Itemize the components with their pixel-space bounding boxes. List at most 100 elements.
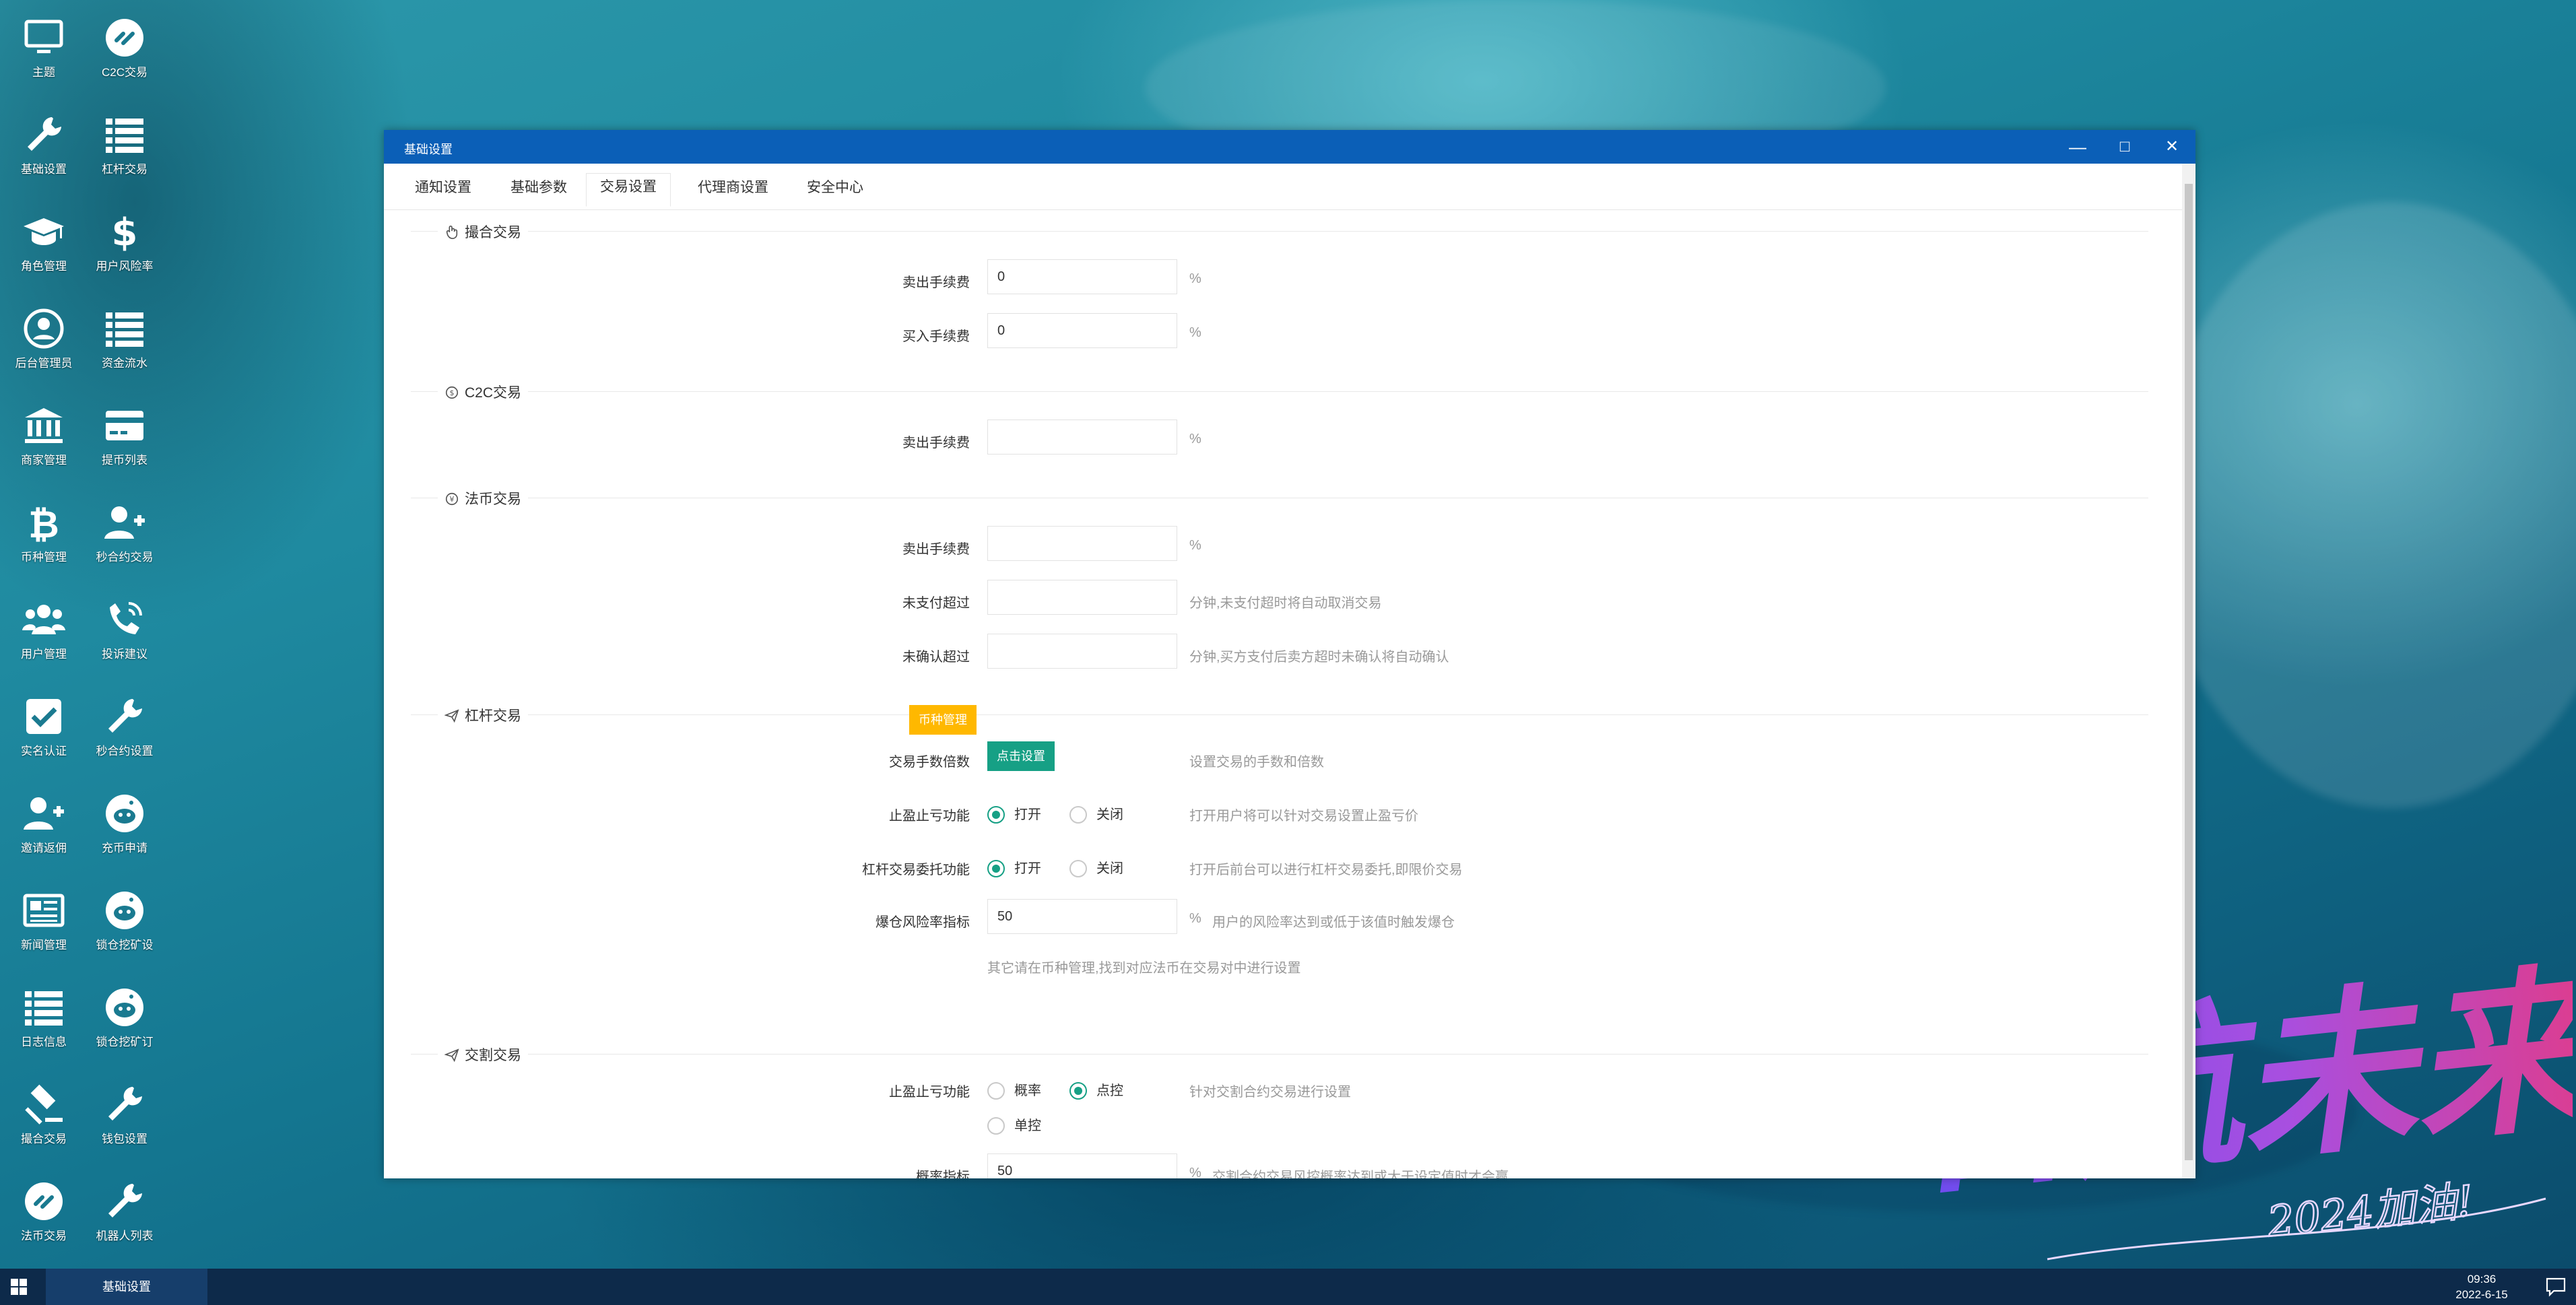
tab-notification-settings[interactable]: 通知设置	[408, 176, 478, 208]
lever-note-text: 其它请在币种管理,找到对应法币在交易对中进行设置	[987, 961, 1301, 976]
lever-stop-off-radio[interactable]: 关闭	[1069, 803, 1123, 824]
desktop-icon-fiat-trade[interactable]: 法币交易	[0, 1164, 88, 1251]
list-icon	[25, 991, 63, 1026]
desktop-icon-users[interactable]: 用户管理	[0, 582, 88, 669]
hint-text: 分钟,买方支付后卖方超时未确认将自动确认	[1189, 650, 1449, 665]
delivery-point-control-radio[interactable]: 点控	[1069, 1079, 1123, 1100]
desktop-icon-lever[interactable]: 杠杆交易	[81, 97, 168, 185]
field-label: 杠杆交易委托功能	[862, 863, 970, 877]
taskbar: 基础设置 09:36 2022-6-15	[0, 1269, 2576, 1305]
match-sell-fee-input[interactable]: 0	[987, 259, 1177, 294]
desktop-icon-label: 实名认证	[21, 745, 67, 758]
vertical-scrollbar[interactable]	[2182, 164, 2195, 1178]
list-icon	[106, 119, 143, 153]
desktop-icon-basic-settings[interactable]: 基础设置	[0, 97, 88, 185]
desktop-icon-c2c[interactable]: C2C交易	[81, 0, 168, 88]
match-buy-fee-input[interactable]: 0	[987, 313, 1177, 348]
desktop-icon-currency[interactable]: ₿ 币种管理	[0, 485, 88, 572]
desktop-icon-deposit-apply[interactable]: 充币申请	[81, 776, 168, 863]
windows-start-icon[interactable]	[0, 1269, 40, 1305]
desktop-icon-label: 法币交易	[21, 1230, 67, 1242]
minimize-button[interactable]: —	[2054, 130, 2101, 164]
desktop-icon-label: 日志信息	[21, 1036, 67, 1048]
lever-stop-on-radio[interactable]: 打开	[987, 803, 1041, 824]
section-legend: $ C2C交易	[438, 382, 529, 402]
fiat-sell-fee-input[interactable]	[987, 526, 1177, 561]
desktop-icon-label: 锁仓挖矿订	[96, 1036, 154, 1048]
delivery-probability-input[interactable]: 50	[987, 1153, 1177, 1178]
delivery-single-control-radio[interactable]: 单控	[987, 1114, 1041, 1135]
desktop-icon-label: 杠杆交易	[102, 163, 147, 176]
maximize-button[interactable]: □	[2101, 130, 2148, 164]
fiat-unpaid-timeout-input[interactable]	[987, 580, 1177, 615]
desktop-icon-kyc[interactable]: 实名认证	[0, 679, 88, 766]
clock-time: 09:36	[2467, 1273, 2497, 1285]
desktop-icon-merchants[interactable]: 商家管理	[0, 388, 88, 475]
desktop-icon-lock-mining-settings[interactable]: 锁仓挖矿设	[81, 873, 168, 960]
desktop-icon-fund-flow[interactable]: 资金流水	[81, 291, 168, 378]
c2c-sell-fee-input[interactable]	[987, 420, 1177, 455]
dollar-icon: $	[112, 211, 138, 253]
desktop-icon-risk[interactable]: $ 用户风险率	[81, 194, 168, 281]
desktop-icon-admins[interactable]: 后台管理员	[0, 291, 88, 378]
unit-text: %	[1189, 538, 1201, 553]
desktop-icon-lock-mining-orders[interactable]: 锁仓挖矿订	[81, 970, 168, 1057]
desktop-icon-complaints[interactable]: 投诉建议	[81, 582, 168, 669]
desktop-icon-invite-rebate[interactable]: 邀请返佣	[0, 776, 88, 863]
legend-text: 杠杆交易	[465, 708, 521, 724]
desktop-icon-news[interactable]: 新闻管理	[0, 873, 88, 960]
desktop-icon-second-contract-settings[interactable]: 秒合约设置	[81, 679, 168, 766]
desktop-icon-roles[interactable]: 角色管理	[0, 194, 88, 281]
desktop-icon-second-contract-trade[interactable]: 秒合约交易	[81, 485, 168, 572]
notification-icon[interactable]	[2545, 1277, 2567, 1297]
window-titlebar[interactable]: 基础设置 — □ ✕	[384, 130, 2195, 164]
desktop-icon-label: 角色管理	[21, 260, 67, 273]
section-delivery-trade: 交割交易	[411, 1044, 2148, 1065]
desktop-icon-logs[interactable]: 日志信息	[0, 970, 88, 1057]
field-label: 爆仓风险率指标	[876, 915, 970, 930]
desktop-icon-match-trade[interactable]: 撮合交易	[0, 1067, 88, 1154]
section-c2c-trade: $ C2C交易	[411, 382, 2148, 402]
section-lever-trade: 杠杆交易	[411, 705, 2148, 725]
legend-text: 法币交易	[465, 492, 521, 507]
field-label: 未支付超过	[902, 596, 970, 611]
settings-window: 基础设置 — □ ✕ 通知设置 基础参数 交易设置 代理商设置 安全中心 撮合交…	[384, 130, 2195, 1178]
list-icon	[106, 312, 143, 347]
user-plus-icon	[104, 506, 145, 539]
desktop-icon-wallet-settings[interactable]: 钱包设置	[81, 1067, 168, 1154]
multiplier-settings-button[interactable]: 点击设置	[987, 741, 1055, 771]
taskbar-clock[interactable]: 09:36 2022-6-15	[2435, 1271, 2529, 1302]
close-button[interactable]: ✕	[2148, 130, 2195, 164]
unit-text: %	[1189, 1166, 1201, 1178]
lever-entrust-on-radio[interactable]: 打开	[987, 857, 1041, 877]
liquidation-risk-input[interactable]: 50	[987, 899, 1177, 934]
tab-trade-settings[interactable]: 交易设置	[586, 173, 671, 207]
lever-entrust-off-radio[interactable]: 关闭	[1069, 857, 1123, 877]
radio-label: 打开	[1014, 807, 1041, 822]
fiat-unconfirmed-timeout-input[interactable]	[987, 634, 1177, 669]
graduation-cap-icon	[24, 218, 64, 245]
desktop-icon-robot-list[interactable]: 机器人列表	[81, 1164, 168, 1251]
legend-text: C2C交易	[465, 385, 522, 401]
svg-text:¥: ¥	[450, 495, 455, 504]
desktop-icon-theme[interactable]: 主题	[0, 0, 88, 88]
taskbar-item-basic-settings[interactable]: 基础设置	[46, 1269, 207, 1305]
paper-plane-icon	[444, 1048, 459, 1063]
desktop-icon-label: 资金流水	[102, 357, 147, 370]
background-wave	[2155, 202, 2576, 808]
scrollbar-thumb[interactable]	[2185, 184, 2193, 1160]
desktop-icon-withdraw-list[interactable]: 提币列表	[81, 388, 168, 475]
hint-text: 针对交割合约交易进行设置	[1189, 1085, 1351, 1100]
tab-basic-params[interactable]: 基础参数	[504, 176, 574, 208]
coin-management-button[interactable]: 币种管理	[909, 705, 977, 735]
delivery-probability-radio[interactable]: 概率	[987, 1079, 1041, 1100]
hint-text: 打开后前台可以进行杠杆交易委托,即限价交易	[1189, 863, 1463, 877]
desktop-icon-label: 秒合约设置	[96, 745, 154, 758]
tab-agent-settings[interactable]: 代理商设置	[691, 176, 775, 208]
tab-security-center[interactable]: 安全中心	[800, 176, 870, 208]
form-content: 撮合交易 卖出手续费 0 % 买入手续费 0 % $ C2C交易 卖出手续费 % …	[384, 209, 2182, 1178]
field-label: 卖出手续费	[902, 542, 970, 557]
radio-label: 单控	[1014, 1118, 1041, 1133]
desktop-icon-label: 主题	[32, 66, 55, 79]
bitcoin-icon: ₿	[28, 503, 59, 544]
